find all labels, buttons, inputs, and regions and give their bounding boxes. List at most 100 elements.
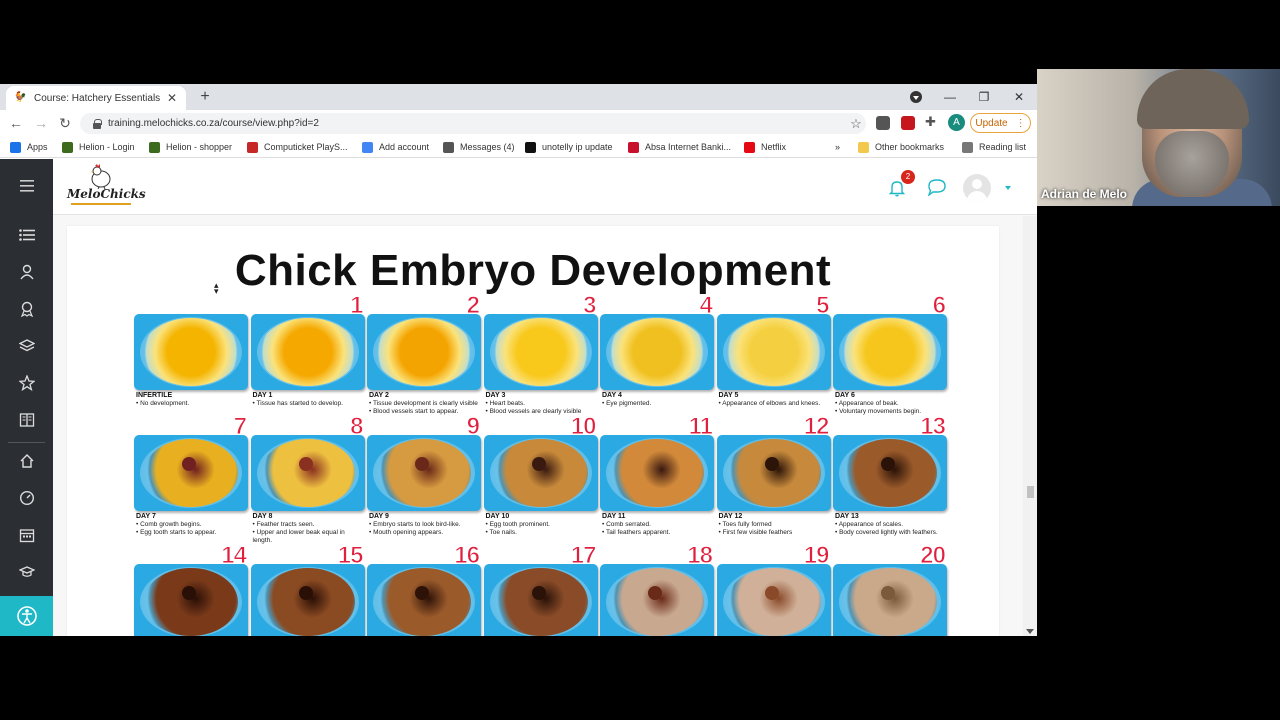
graduation-cap-icon[interactable]: [16, 561, 38, 583]
egg-yolk: [260, 568, 355, 636]
day-number: 6: [932, 292, 946, 320]
egg-yolk: [608, 318, 706, 386]
tab-strip: 🐓 Course: Hatchery Essentials ✕ + — ❐ ✕: [0, 84, 1037, 110]
day-description: • Comb growth begins. • Egg tooth starts…: [136, 521, 217, 536]
bookmark-item[interactable]: Add account: [362, 140, 429, 154]
star-icon[interactable]: [16, 372, 38, 394]
bookmarks-overflow-icon[interactable]: »: [835, 140, 840, 154]
embryo-photo: [600, 564, 714, 636]
messages-chat-icon[interactable]: [927, 178, 947, 196]
puzzle-extensions-icon[interactable]: ✚: [925, 115, 939, 129]
bookmark-item[interactable]: Messages (4): [443, 140, 515, 154]
back-arrow-icon[interactable]: ←: [7, 114, 25, 132]
pdf-extension-icon[interactable]: [901, 116, 915, 130]
folder-icon: [858, 141, 869, 153]
bookmark-item[interactable]: Netflix: [744, 140, 786, 154]
bookmark-item[interactable]: unotelly ip update: [525, 140, 613, 154]
minimize-button[interactable]: —: [936, 87, 964, 107]
day-label: DAY 6: [835, 392, 855, 399]
day-label: DAY 5: [718, 392, 739, 399]
day-label: DAY 12: [718, 513, 743, 520]
bookmark-item[interactable]: Helion - shopper: [149, 140, 232, 154]
egg-yolk: [377, 568, 471, 636]
egg-yolk: [377, 439, 471, 507]
badges-icon[interactable]: [16, 298, 38, 320]
egg-yolk: [493, 568, 588, 636]
day-number: 11: [688, 413, 713, 441]
accessibility-button[interactable]: [0, 596, 53, 636]
day-number: 16: [454, 542, 481, 570]
embryo-photo: [600, 314, 714, 390]
embryo-eye: [531, 457, 546, 471]
hamburger-menu-icon[interactable]: [16, 175, 38, 197]
home-icon[interactable]: [16, 450, 38, 472]
chicken-logo-icon: [91, 164, 111, 189]
user-menu-chevron-down-icon[interactable]: [1005, 186, 1011, 190]
bookmark-favicon-icon: [525, 141, 536, 153]
day-label: DAY 9: [369, 513, 389, 520]
day-number: 8: [350, 413, 364, 441]
calendar-icon[interactable]: [16, 524, 38, 546]
close-window-button[interactable]: ✕: [1005, 87, 1033, 107]
scroll-down-arrow-icon[interactable]: [1026, 629, 1034, 634]
day-description: • Appearance of elbows and knees.: [718, 400, 821, 407]
bookmark-label: unotelly ip update: [542, 142, 613, 152]
new-tab-button[interactable]: +: [196, 88, 214, 106]
day-number: 2: [466, 292, 480, 320]
egg-yolk: [610, 439, 704, 507]
bookmark-label: Messages (4): [460, 142, 515, 152]
melochicks-logo[interactable]: MeloChicks: [67, 163, 146, 211]
embryo-eye: [182, 586, 196, 600]
restore-button[interactable]: ❐: [970, 87, 998, 107]
bookmark-item[interactable]: Absa Internet Banki...: [628, 140, 731, 154]
url-text: training.melochicks.co.za/course/view.ph…: [108, 118, 319, 129]
bookmark-item[interactable]: Apps: [10, 140, 48, 154]
participants-icon[interactable]: [16, 261, 38, 283]
tab-title: Course: Hatchery Essentials: [34, 92, 161, 104]
bookmark-star-icon[interactable]: ☆: [846, 116, 866, 132]
update-button[interactable]: Update ⋮: [970, 113, 1031, 133]
day-label: INFERTILE: [136, 392, 173, 399]
accessibility-icon: [17, 606, 37, 626]
profile-avatar[interactable]: A: [948, 114, 965, 131]
day-description: • Tissue development is clearly visible …: [369, 400, 478, 415]
user-avatar[interactable]: [963, 174, 991, 202]
embryo-photo: [483, 314, 598, 390]
forward-arrow-icon[interactable]: →: [32, 114, 50, 132]
scrollbar-thumb[interactable]: [1027, 486, 1034, 498]
embryo-photo: [833, 564, 947, 636]
course-index-icon[interactable]: [16, 224, 38, 246]
bookmark-item[interactable]: Computicket PlayS...: [247, 140, 348, 154]
extension-icon[interactable]: [876, 116, 890, 130]
reload-icon[interactable]: ↻: [56, 114, 74, 132]
egg-yolk: [375, 318, 473, 386]
resize-cursor-icon: ▴ ▾: [214, 280, 219, 296]
bookmark-item[interactable]: Helion - Login: [62, 140, 135, 154]
book-icon[interactable]: [16, 409, 38, 431]
day-number: 13: [920, 413, 947, 441]
day-description: • Appearance of scales. • Body covered l…: [835, 521, 938, 536]
day-number: 1: [350, 292, 364, 320]
browser-tab[interactable]: 🐓 Course: Hatchery Essentials ✕: [6, 86, 186, 110]
egg-yolk: [258, 318, 357, 386]
close-tab-icon[interactable]: ✕: [166, 91, 178, 105]
embryo-photo: [134, 314, 248, 390]
day-label: DAY 7: [136, 513, 156, 520]
other-bookmarks[interactable]: Other bookmarks: [858, 140, 944, 154]
reading-list[interactable]: Reading list: [962, 140, 1026, 154]
egg-yolk: [260, 439, 355, 507]
embryo-photo: [367, 435, 481, 511]
day-description: • Toes fully formed • First few visible …: [718, 521, 793, 536]
address-bar[interactable]: training.melochicks.co.za/course/view.ph…: [80, 113, 866, 134]
dashboard-gauge-icon[interactable]: [16, 487, 38, 509]
embryo-photo: [483, 435, 598, 511]
bookmarks-bar: Apps Helion - Login Helion - shopper Comput…: [0, 136, 1037, 158]
logo-text: MeloChicks: [67, 187, 146, 201]
tab-search-icon[interactable]: [910, 91, 922, 103]
embryo-eye: [648, 586, 662, 600]
embryo-eye: [415, 457, 429, 471]
embryo-eye: [764, 457, 779, 471]
page-scrollbar[interactable]: [1023, 216, 1037, 636]
layers-icon[interactable]: [16, 335, 38, 357]
day-description: • No development.: [136, 400, 190, 407]
